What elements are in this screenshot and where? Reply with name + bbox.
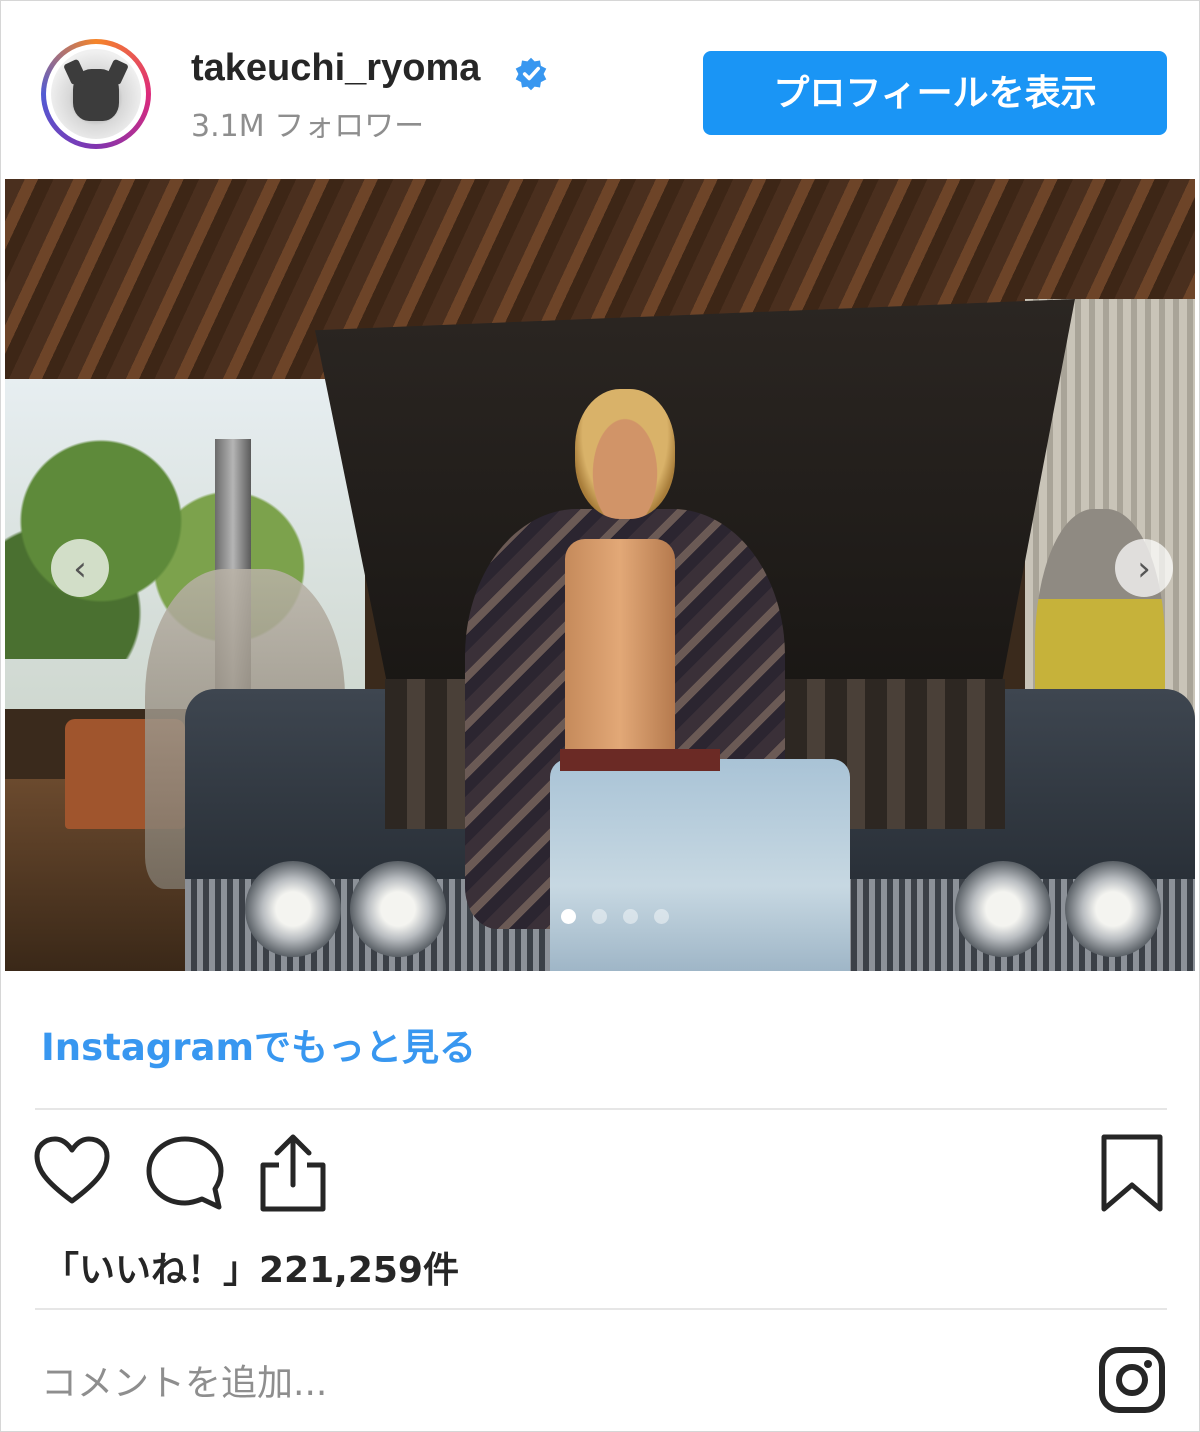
view-more-on-instagram-link[interactable]: Instagramでもっと見る: [41, 1017, 476, 1071]
carousel-dots: [561, 909, 685, 925]
headlight-left-inner: [350, 861, 446, 957]
carousel-dot[interactable]: [654, 909, 669, 924]
avatar[interactable]: [41, 39, 151, 149]
avatar-image: [51, 49, 141, 139]
carousel-dot[interactable]: [623, 909, 638, 924]
carousel-prev-button[interactable]: ‹: [51, 539, 109, 597]
follower-count: 3.1M フォロワー: [191, 109, 425, 144]
headlight-right-outer: [1065, 861, 1161, 957]
bookmark-icon[interactable]: [1099, 1133, 1165, 1213]
carousel-dot[interactable]: [561, 909, 576, 924]
man-belt: [560, 749, 720, 771]
man-head: [575, 389, 675, 519]
divider: [35, 1308, 1167, 1310]
man-jeans: [550, 759, 850, 971]
instagram-embed-card: takeuchi_ryoma 3.1M フォロワー プロフィールを表示 ‹ ›: [0, 0, 1200, 1432]
view-profile-button[interactable]: プロフィールを表示: [703, 51, 1167, 135]
man-torso: [565, 539, 675, 769]
headlight-left-outer: [245, 861, 341, 957]
username[interactable]: takeuchi_ryoma: [191, 47, 480, 90]
avatar-dog-figure: [73, 69, 119, 121]
headlight-right-inner: [955, 861, 1051, 957]
carousel-dot[interactable]: [592, 909, 607, 924]
instagram-logo-icon[interactable]: [1097, 1345, 1167, 1415]
post-photo[interactable]: ‹ ›: [5, 179, 1195, 971]
verified-badge-icon: [515, 57, 547, 91]
divider: [35, 1108, 1167, 1110]
carousel-next-button[interactable]: ›: [1115, 539, 1173, 597]
add-comment-input[interactable]: [39, 1357, 1023, 1409]
comment-icon[interactable]: [145, 1133, 225, 1213]
heart-icon[interactable]: [33, 1135, 111, 1207]
share-icon[interactable]: [257, 1133, 329, 1213]
avatar-frame: [46, 44, 146, 144]
like-count[interactable]: 「いいね！」221,259件: [43, 1241, 459, 1293]
